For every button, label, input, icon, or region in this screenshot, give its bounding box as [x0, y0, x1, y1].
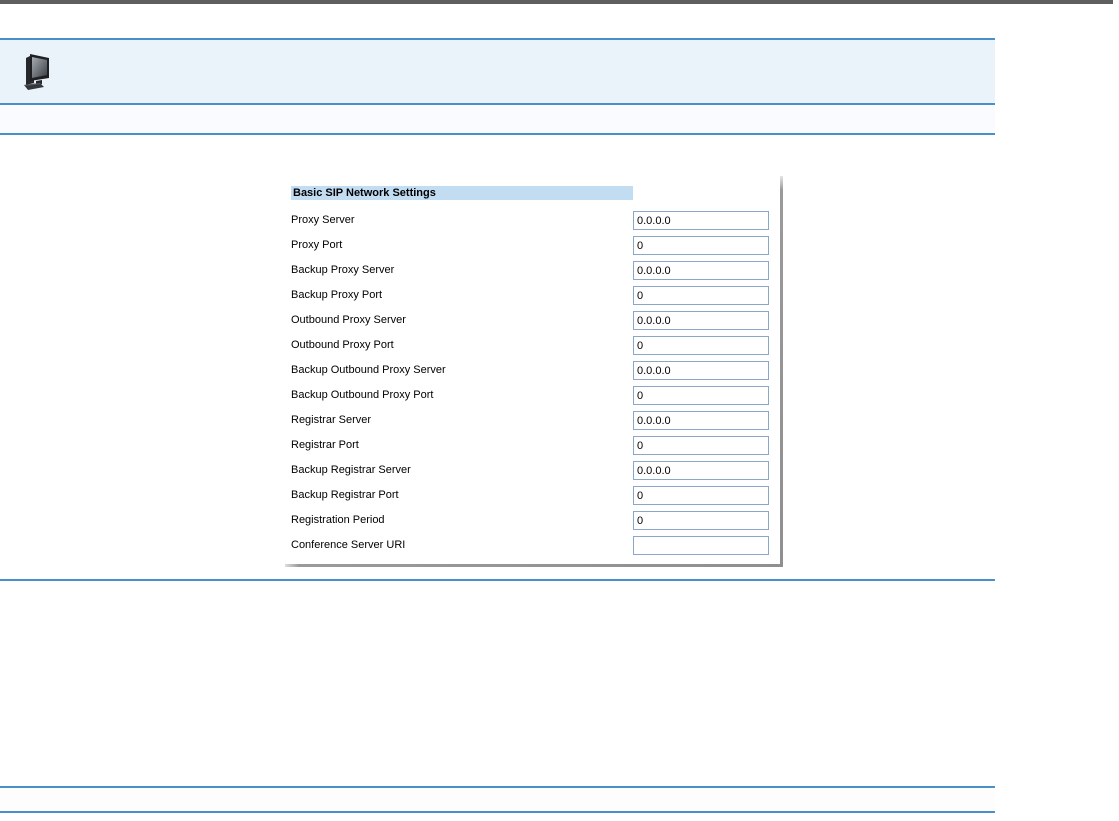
- divider-line: [0, 133, 995, 135]
- backup-proxy-server-input[interactable]: [633, 261, 769, 280]
- settings-row: Proxy Port: [278, 236, 782, 261]
- field-label: Outbound Proxy Port: [291, 339, 394, 351]
- field-label: Backup Proxy Port: [291, 289, 383, 301]
- backup-outbound-proxy-server-input[interactable]: [633, 361, 769, 380]
- settings-panel: Basic SIP Network Settings Proxy Server …: [278, 170, 783, 567]
- computer-workstation-icon: [24, 54, 49, 90]
- backup-registrar-port-input[interactable]: [633, 486, 769, 505]
- backup-outbound-proxy-port-input[interactable]: [633, 386, 769, 405]
- settings-row: Backup Registrar Server: [278, 461, 782, 486]
- sub-header-band: [0, 105, 995, 133]
- proxy-port-input[interactable]: [633, 236, 769, 255]
- outbound-proxy-server-input[interactable]: [633, 311, 769, 330]
- panel-shadow-bottom: [285, 564, 783, 567]
- settings-row: Outbound Proxy Port: [278, 336, 782, 361]
- divider-line: [0, 579, 995, 581]
- settings-rows: Proxy Server Proxy Port Backup Proxy Ser…: [278, 211, 782, 561]
- divider-line: [0, 811, 995, 813]
- field-label: Conference Server URI: [291, 539, 406, 551]
- registration-period-input[interactable]: [633, 511, 769, 530]
- backup-registrar-server-input[interactable]: [633, 461, 769, 480]
- field-label: Registration Period: [291, 514, 385, 526]
- field-label: Registrar Port: [291, 439, 359, 451]
- field-label: Registrar Server: [291, 414, 372, 426]
- settings-row: Backup Proxy Port: [278, 286, 782, 311]
- outbound-proxy-port-input[interactable]: [633, 336, 769, 355]
- field-label: Proxy Port: [291, 239, 343, 251]
- field-label: Backup Registrar Port: [291, 489, 399, 501]
- settings-row: Registrar Server: [278, 411, 782, 436]
- registrar-server-input[interactable]: [633, 411, 769, 430]
- footer-band: [0, 788, 995, 811]
- section-title: Basic SIP Network Settings: [291, 186, 633, 200]
- conference-server-uri-input[interactable]: [633, 536, 769, 555]
- page-root: Basic SIP Network Settings Proxy Server …: [0, 0, 1119, 821]
- settings-row: Backup Proxy Server: [278, 261, 782, 286]
- settings-row: Registrar Port: [278, 436, 782, 461]
- proxy-server-input[interactable]: [633, 211, 769, 230]
- field-label: Outbound Proxy Server: [291, 314, 406, 326]
- settings-row: Backup Outbound Proxy Server: [278, 361, 782, 386]
- field-label: Backup Outbound Proxy Server: [291, 364, 446, 376]
- field-label: Backup Registrar Server: [291, 464, 411, 476]
- settings-row: Backup Registrar Port: [278, 486, 782, 511]
- field-label: Backup Proxy Server: [291, 264, 395, 276]
- backup-proxy-port-input[interactable]: [633, 286, 769, 305]
- settings-row: Outbound Proxy Server: [278, 311, 782, 336]
- settings-row: Conference Server URI: [278, 536, 782, 561]
- settings-row: Proxy Server: [278, 211, 782, 236]
- top-window-bar: [0, 0, 1113, 4]
- settings-row: Registration Period: [278, 511, 782, 536]
- field-label: Backup Outbound Proxy Port: [291, 389, 434, 401]
- settings-row: Backup Outbound Proxy Port: [278, 386, 782, 411]
- page-header-band: [0, 40, 995, 103]
- registrar-port-input[interactable]: [633, 436, 769, 455]
- field-label: Proxy Server: [291, 214, 355, 226]
